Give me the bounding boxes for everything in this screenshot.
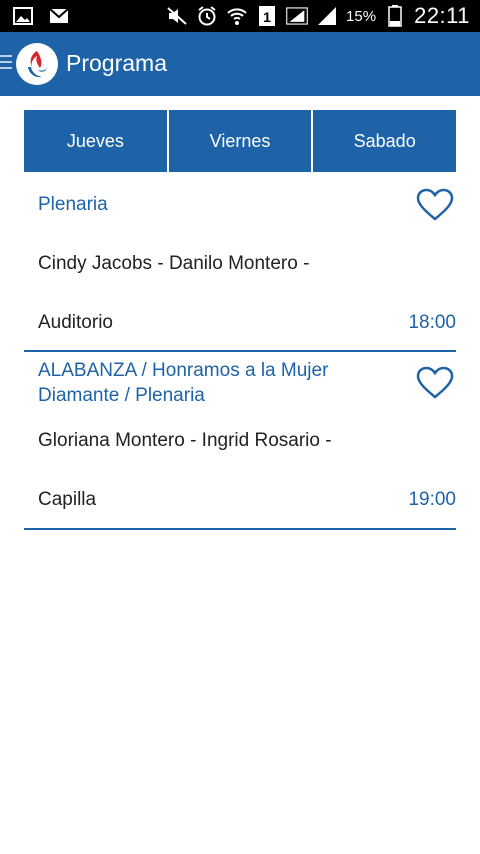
wifi-icon: [226, 6, 248, 26]
session-room: Auditorio: [38, 312, 113, 333]
session-room: Capilla: [38, 489, 97, 510]
tab-label: Viernes: [209, 130, 271, 151]
battery-icon: [384, 5, 406, 27]
svg-text:1: 1: [263, 9, 271, 25]
day-tabs: Jueves Viernes Sabado: [24, 110, 457, 172]
session-time: 18:00: [408, 312, 456, 333]
app-logo-icon[interactable]: [16, 43, 58, 85]
sim1-icon: 1: [256, 6, 278, 26]
list-item[interactable]: ALABANZA / Honramos a la Mujer Diamante …: [24, 352, 456, 530]
battery-percent: 15%: [346, 7, 377, 25]
heart-icon[interactable]: [416, 366, 454, 400]
page-title: Programa: [66, 50, 167, 76]
signal2-icon: [316, 6, 338, 26]
alarm-icon: [196, 6, 218, 26]
session-title: ALABANZA / Honramos a la Mujer Diamante …: [38, 360, 329, 406]
session-speakers: Gloriana Montero - Ingrid Rosario -: [38, 430, 332, 451]
signal-icon: [286, 6, 308, 26]
session-speakers: Cindy Jacobs - Danilo Montero -: [38, 253, 310, 274]
session-list: Plenaria Cindy Jacobs - Danilo Montero -…: [24, 172, 456, 530]
status-bar: 1 15% 22:11: [0, 0, 480, 32]
session-title: Plenaria: [38, 194, 108, 215]
list-item[interactable]: Plenaria Cindy Jacobs - Danilo Montero -…: [24, 172, 456, 352]
mail-icon: [48, 6, 70, 26]
menu-icon[interactable]: [0, 55, 14, 73]
tab-label: Jueves: [66, 130, 124, 151]
image-icon: [12, 6, 34, 26]
tab-sabado[interactable]: Sabado: [313, 110, 457, 172]
session-time: 19:00: [408, 489, 456, 510]
clock: 22:11: [414, 3, 470, 28]
mute-icon: [166, 6, 188, 26]
heart-icon[interactable]: [416, 188, 454, 222]
app-bar: Programa: [0, 32, 480, 96]
tab-viernes[interactable]: Viernes: [168, 110, 314, 172]
tab-label: Sabado: [353, 130, 416, 151]
tab-jueves[interactable]: Jueves: [24, 110, 169, 172]
